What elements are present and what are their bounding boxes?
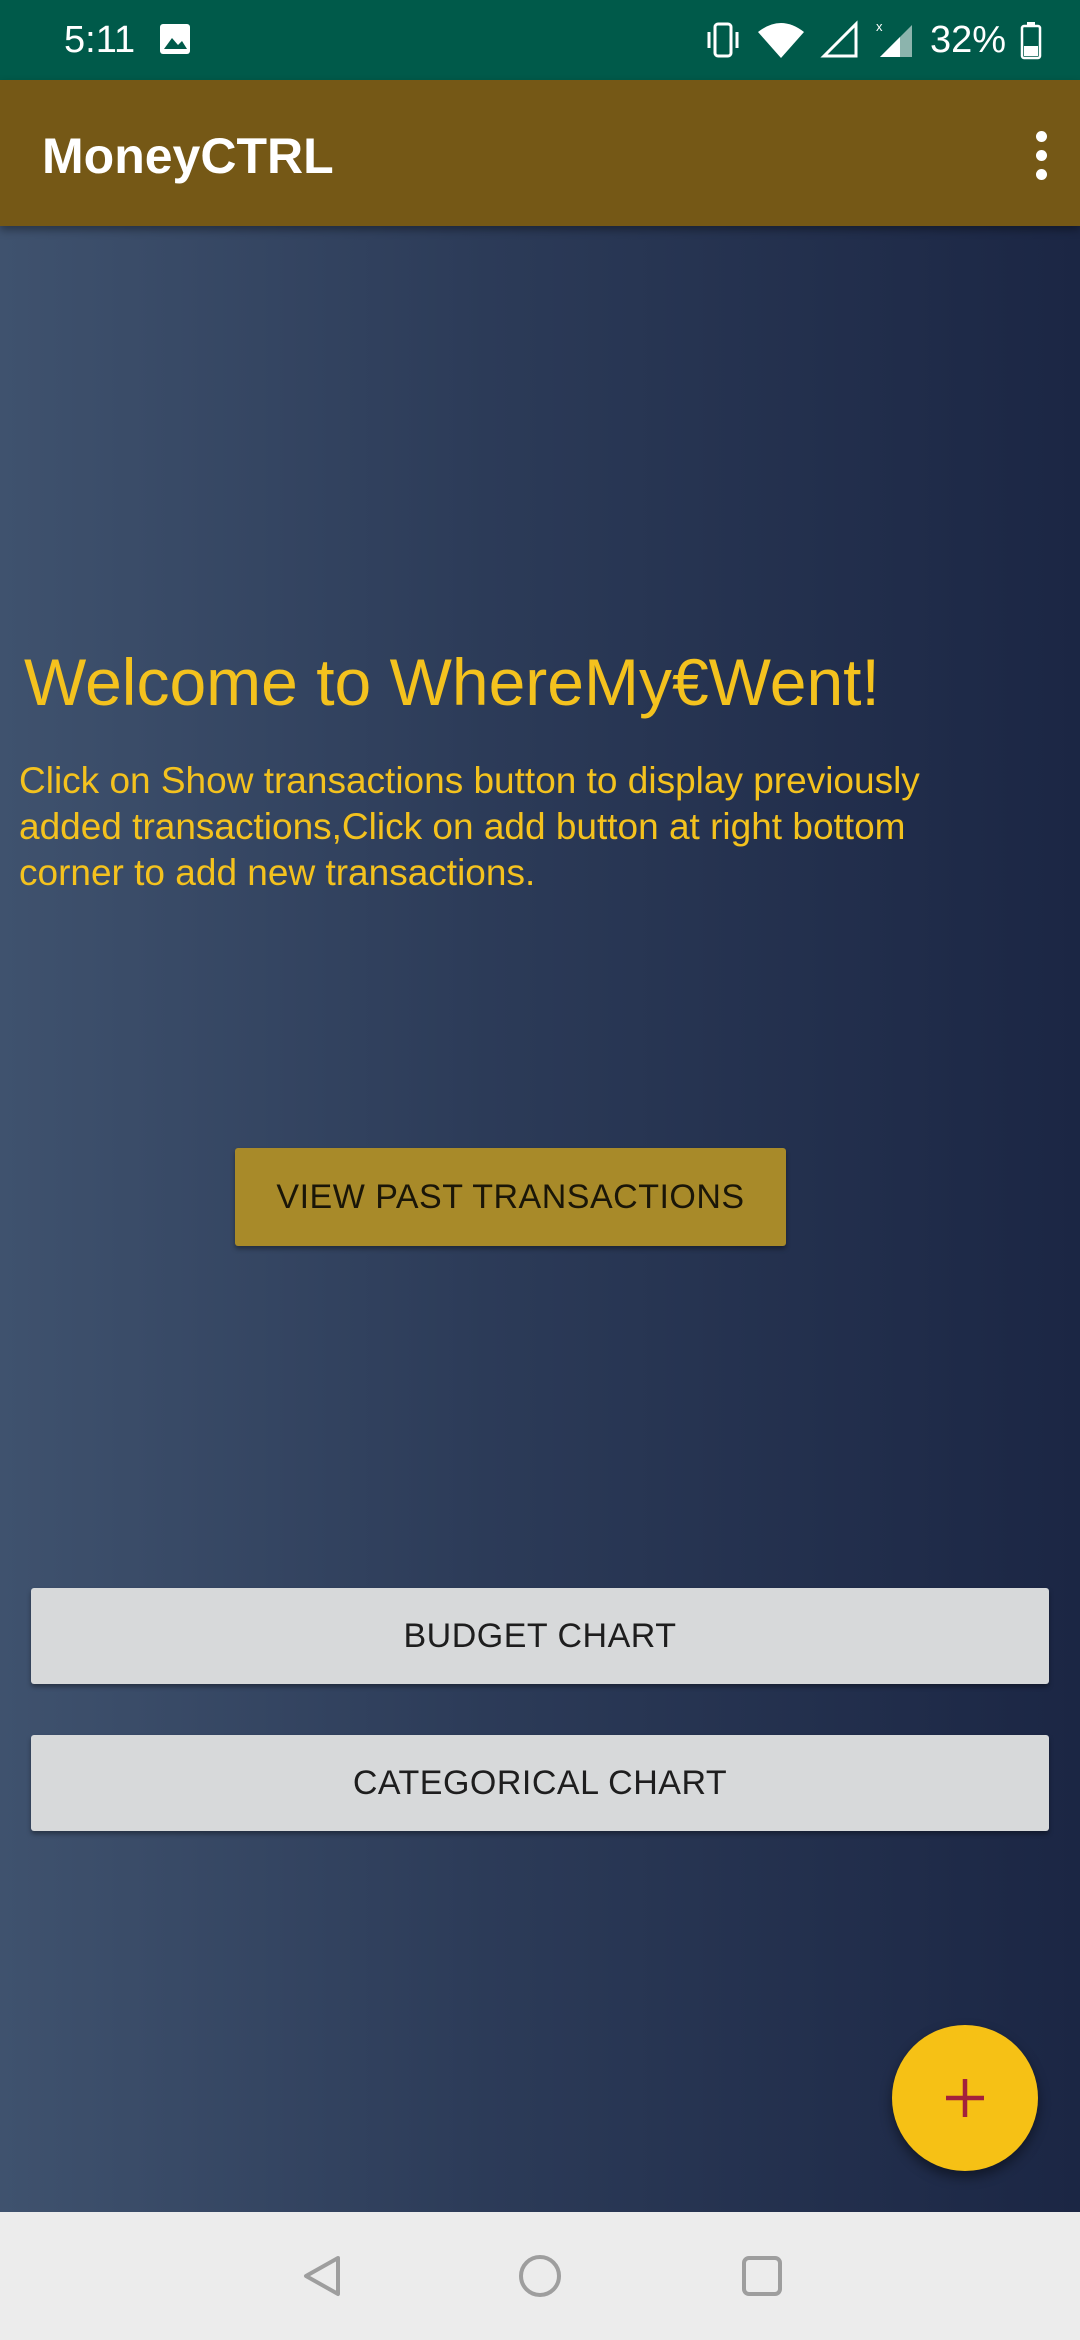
- app-bar: MoneyCTRL: [0, 80, 1080, 226]
- app-title: MoneyCTRL: [42, 128, 334, 184]
- signal-x-icon: x: [876, 19, 912, 57]
- home-icon: [519, 2255, 561, 2297]
- main-content: Welcome to WhereMy€Went! Click on Show t…: [0, 226, 1080, 2212]
- add-transaction-fab[interactable]: [892, 2025, 1038, 2171]
- wifi-icon: [757, 23, 804, 58]
- instructions-text: Click on Show transactions button to dis…: [19, 760, 920, 893]
- recents-icon: [742, 2256, 782, 2296]
- signal-icon: [820, 20, 858, 58]
- recents-button[interactable]: [730, 2244, 794, 2308]
- overflow-dot: [1035, 168, 1047, 180]
- budget-chart-button[interactable]: BUDGET CHART: [31, 1588, 1049, 1684]
- status-icons: x 32%: [704, 14, 1042, 66]
- image-icon: [160, 24, 190, 54]
- vibrate-icon: [707, 22, 739, 58]
- overflow-menu-icon[interactable]: [1016, 120, 1066, 190]
- back-icon: [304, 2256, 340, 2296]
- status-time: 5:11: [64, 19, 136, 61]
- view-past-transactions-button[interactable]: VIEW PAST TRANSACTIONS: [235, 1148, 786, 1246]
- screen: 5:11 x 32% MoneyCTRL Welcome to WhereMy€…: [0, 0, 1080, 2340]
- battery-percent: 32%: [929, 19, 1006, 61]
- overflow-dot: [1035, 130, 1047, 142]
- status-bar: 5:11 x 32%: [0, 0, 1080, 80]
- categorical-chart-button[interactable]: CATEGORICAL CHART: [31, 1735, 1049, 1831]
- navigation-bar: [0, 2212, 1080, 2340]
- overflow-dot: [1035, 149, 1047, 161]
- back-button[interactable]: [290, 2244, 354, 2308]
- svg-text:x: x: [876, 19, 883, 34]
- home-button[interactable]: [508, 2244, 572, 2308]
- plus-icon: [946, 2079, 984, 2117]
- battery-icon: [1020, 22, 1042, 60]
- welcome-title: Welcome to WhereMy€Went!: [24, 645, 880, 719]
